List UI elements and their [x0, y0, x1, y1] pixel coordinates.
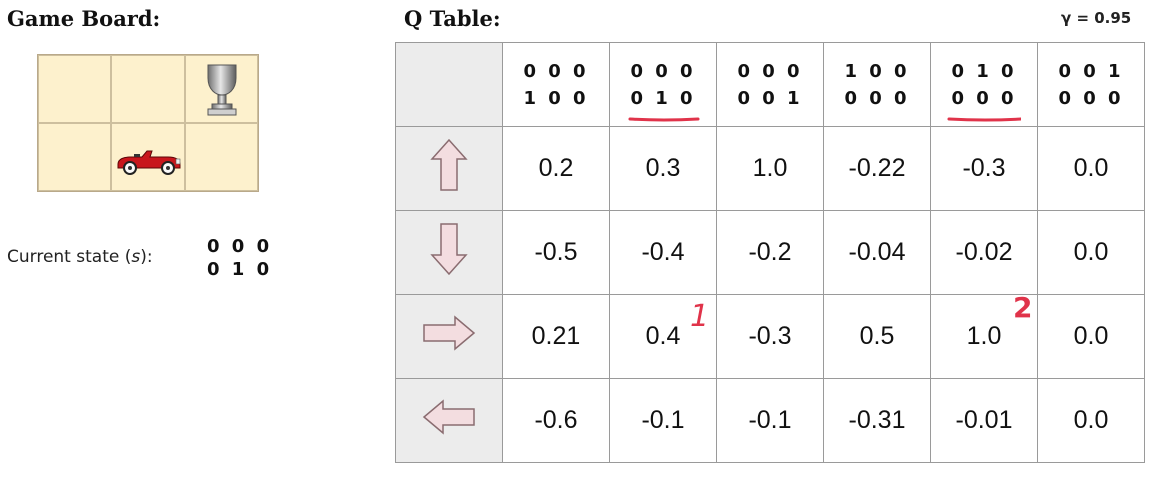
q-value-cell: -0.3 — [716, 294, 824, 379]
q-value-cell: 0.21 — [502, 294, 610, 379]
q-value-cell: 1.0 — [716, 126, 824, 211]
q-table-row-left: -0.6 -0.1 -0.1 -0.31 -0.01 0.0 — [395, 378, 1145, 463]
game-board — [37, 54, 259, 192]
q-value-cell: 0.0 — [1037, 126, 1145, 211]
q-value-cell: 1.0 2 — [930, 291, 1038, 379]
board-cell — [38, 123, 112, 191]
action-cell-down — [395, 210, 503, 295]
q-table-row-down: -0.5 -0.4 -0.2 -0.04 -0.02 0.0 — [395, 210, 1145, 295]
right-arrow-icon — [423, 315, 476, 351]
down-arrow-icon — [430, 223, 468, 276]
red-underline-annotation — [947, 117, 1021, 122]
action-cell-left — [395, 378, 503, 463]
q-table-row-up: 0.2 0.3 1.0 -0.22 -0.3 0.0 — [395, 126, 1145, 211]
trophy-icon — [207, 64, 237, 116]
board-cell — [38, 55, 112, 123]
current-state-label: Current state (s): — [7, 247, 153, 267]
board-cell — [184, 55, 258, 123]
state-column-header: 0 0 10 0 0 — [1037, 42, 1145, 127]
q-value-cell: -0.31 — [823, 378, 931, 463]
left-arrow-icon — [422, 399, 475, 435]
q-value-cell: -0.02 — [930, 210, 1038, 295]
gamma-value: γ = 0.95 — [1061, 9, 1132, 27]
q-table-title: Q Table: — [404, 6, 501, 31]
up-arrow-icon — [430, 138, 468, 191]
q-value-cell: -0.22 — [823, 126, 931, 211]
state-column-header: 0 1 00 0 0 — [930, 42, 1038, 127]
q-table-corner — [395, 42, 503, 127]
state-line-1: 0 0 0 — [207, 236, 273, 257]
current-state-code: 0 0 0 0 1 0 — [207, 235, 272, 281]
q-value-cell: -0.2 — [716, 210, 824, 295]
q-table-header-row: 0 0 01 0 0 0 0 00 1 0 0 0 00 0 1 1 0 00 … — [395, 42, 1145, 127]
game-board-title: Game Board: — [7, 6, 161, 31]
q-value-cell: 0.2 — [502, 126, 610, 211]
handwritten-annotation-2: 2 — [1013, 291, 1033, 324]
q-value-cell: -0.3 — [930, 126, 1038, 211]
action-cell-up — [395, 126, 503, 211]
action-cell-right — [395, 294, 503, 379]
board-cell — [111, 55, 185, 123]
q-value-cell: -0.4 — [609, 210, 717, 295]
state-column-header: 0 0 00 0 1 — [716, 42, 824, 127]
state-column-header: 0 0 01 0 0 — [502, 42, 610, 127]
red-underline-annotation — [628, 117, 700, 122]
q-value-cell: -0.04 — [823, 210, 931, 295]
q-value-cell: 0.3 — [609, 126, 717, 211]
q-value-cell: 0.5 — [823, 294, 931, 379]
state-column-header: 0 0 00 1 0 — [609, 42, 717, 127]
q-value-cell: 0.0 — [1037, 210, 1145, 295]
q-value-cell: -0.6 — [502, 378, 610, 463]
q-value-cell: -0.5 — [502, 210, 610, 295]
board-cell — [184, 123, 258, 191]
board-cell — [111, 123, 185, 191]
q-value-cell: 0.4 1 — [609, 294, 717, 379]
q-table-row-right: 0.21 0.4 1 -0.3 0.5 1.0 2 0.0 — [395, 291, 1145, 379]
q-value-cell: 0.0 — [1037, 378, 1145, 463]
q-value-cell: -0.01 — [930, 378, 1038, 463]
q-value-cell: -0.1 — [609, 378, 717, 463]
q-table: 0 0 01 0 0 0 0 00 1 0 0 0 00 0 1 1 0 00 … — [395, 42, 1145, 463]
state-line-2: 0 1 0 — [207, 259, 273, 280]
q-value-cell: -0.1 — [716, 378, 824, 463]
handwritten-annotation-1: 1 — [690, 299, 710, 334]
car-icon — [117, 150, 181, 175]
q-value-cell: 0.0 — [1037, 294, 1145, 379]
state-column-header: 1 0 00 0 0 — [823, 42, 931, 127]
